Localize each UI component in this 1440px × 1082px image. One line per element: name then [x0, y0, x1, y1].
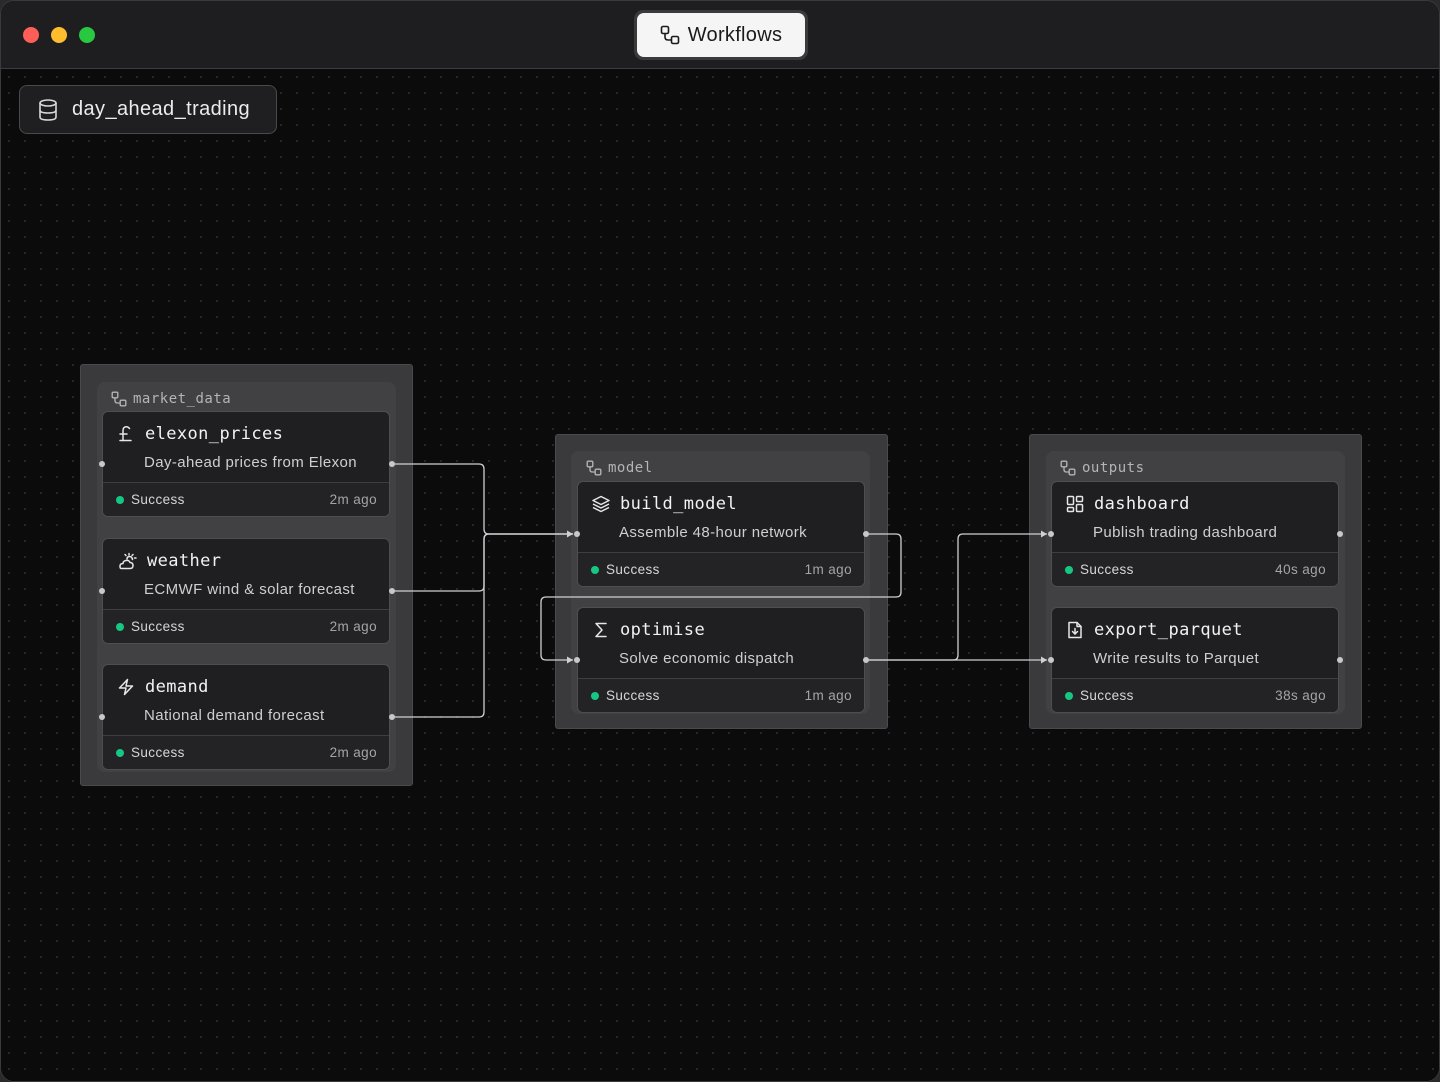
node-title: build_model: [620, 494, 737, 514]
node-elexon-prices[interactable]: elexon_prices Day-ahead prices from Elex…: [102, 411, 390, 517]
status-indicator: [116, 496, 124, 504]
status-label: Success: [1080, 688, 1134, 703]
database-icon: [38, 98, 58, 121]
node-description: Write results to Parquet: [1093, 650, 1260, 667]
minimize-window-button[interactable]: [51, 27, 67, 43]
app-window: Workflows day_ahead_trading market_data: [0, 0, 1440, 1082]
node-footer: Success 2m ago: [103, 482, 389, 516]
node-title: weather: [147, 551, 222, 571]
status-indicator: [591, 566, 599, 574]
maximize-window-button[interactable]: [79, 27, 95, 43]
status-indicator: [116, 623, 124, 631]
workflow-icon: [111, 391, 127, 407]
last-run-time: 2m ago: [329, 492, 377, 507]
workflow-icon: [1060, 460, 1076, 476]
status-label: Success: [131, 492, 185, 507]
node-description: Day-ahead prices from Elexon: [144, 454, 357, 471]
node-title: elexon_prices: [145, 424, 284, 444]
node-title: dashboard: [1094, 494, 1190, 514]
last-run-time: 1m ago: [804, 562, 852, 577]
node-description: Assemble 48-hour network: [619, 524, 808, 541]
project-name: day_ahead_trading: [72, 98, 251, 120]
node-footer: Success 2m ago: [103, 735, 389, 769]
group-label-market-data: market_data: [111, 391, 231, 407]
status-label: Success: [606, 562, 660, 577]
node-dashboard[interactable]: dashboard Publish trading dashboard Succ…: [1051, 481, 1339, 587]
workflow-icon: [586, 460, 602, 476]
status-indicator: [1065, 566, 1073, 574]
bolt-icon: [117, 678, 135, 696]
last-run-time: 2m ago: [329, 619, 377, 634]
workflow-icon: [660, 25, 680, 45]
status-label: Success: [131, 619, 185, 634]
node-optimise[interactable]: optimise Solve economic dispatch Success…: [577, 607, 865, 713]
node-footer: Success 1m ago: [578, 678, 864, 712]
group-label-model: model: [586, 460, 653, 476]
project-selector[interactable]: day_ahead_trading: [19, 85, 277, 134]
node-title: demand: [145, 677, 209, 697]
group-label-outputs: outputs: [1060, 460, 1145, 476]
node-description: ECMWF wind & solar forecast: [144, 581, 355, 598]
last-run-time: 40s ago: [1275, 562, 1326, 577]
node-weather[interactable]: weather ECMWF wind & solar forecast Succ…: [102, 538, 390, 644]
status-label: Success: [131, 745, 185, 760]
status-indicator: [591, 692, 599, 700]
node-title: export_parquet: [1094, 620, 1243, 640]
workflows-tab[interactable]: Workflows: [634, 10, 808, 60]
node-description: Solve economic dispatch: [619, 650, 795, 667]
node-footer: Success 40s ago: [1052, 552, 1338, 586]
last-run-time: 1m ago: [804, 688, 852, 703]
dashboard-icon: [1066, 495, 1084, 513]
node-demand[interactable]: demand National demand forecast Success …: [102, 664, 390, 770]
file-download-icon: [1066, 621, 1084, 639]
node-description: Publish trading dashboard: [1093, 524, 1278, 541]
window-title: Workflows: [687, 23, 783, 46]
node-build-model[interactable]: build_model Assemble 48-hour network Suc…: [577, 481, 865, 587]
status-label: Success: [1080, 562, 1134, 577]
status-indicator: [1065, 692, 1073, 700]
status-indicator: [116, 749, 124, 757]
node-title: optimise: [620, 620, 706, 640]
layers-icon: [592, 495, 610, 513]
close-window-button[interactable]: [23, 27, 39, 43]
node-footer: Success 1m ago: [578, 552, 864, 586]
title-bar: Workflows: [1, 1, 1439, 69]
pound-icon: [117, 425, 135, 443]
weather-icon: [117, 552, 137, 570]
sigma-icon: [592, 621, 610, 639]
node-footer: Success 2m ago: [103, 609, 389, 643]
node-description: National demand forecast: [144, 707, 325, 724]
node-export-parquet[interactable]: export_parquet Write results to Parquet …: [1051, 607, 1339, 713]
last-run-time: 38s ago: [1275, 688, 1326, 703]
last-run-time: 2m ago: [329, 745, 377, 760]
node-footer: Success 38s ago: [1052, 678, 1338, 712]
status-label: Success: [606, 688, 660, 703]
